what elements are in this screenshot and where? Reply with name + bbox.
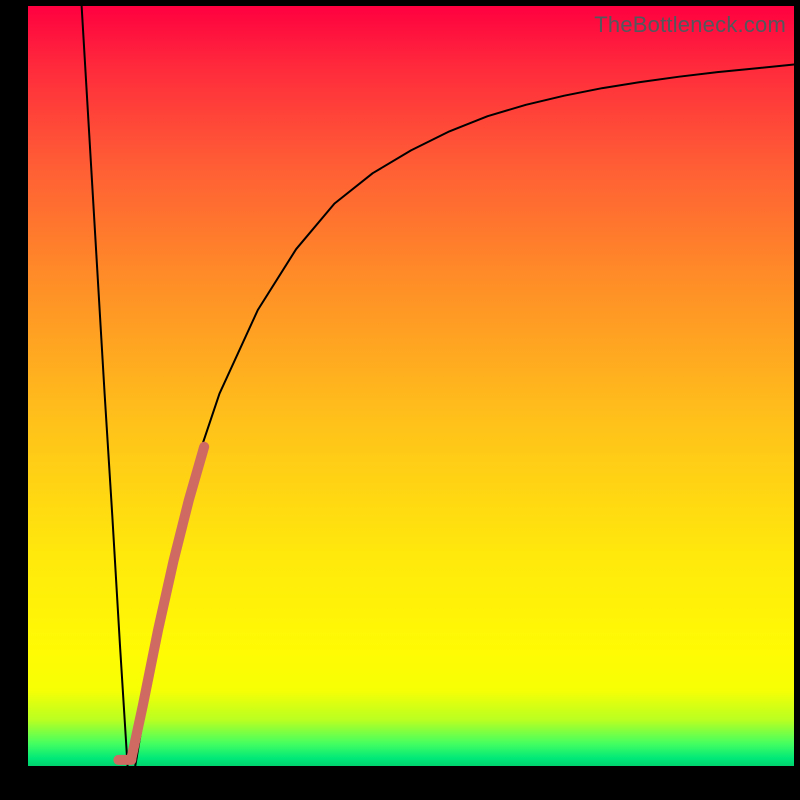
- plot-area: TheBottleneck.com: [28, 6, 794, 766]
- series-curve-right-rise: [135, 65, 794, 766]
- series-highlight-segment: [131, 447, 204, 759]
- series-curve-left-descent: [82, 6, 128, 766]
- series-group: [82, 6, 794, 766]
- chart-svg: [28, 6, 794, 766]
- chart-frame: TheBottleneck.com: [0, 0, 800, 800]
